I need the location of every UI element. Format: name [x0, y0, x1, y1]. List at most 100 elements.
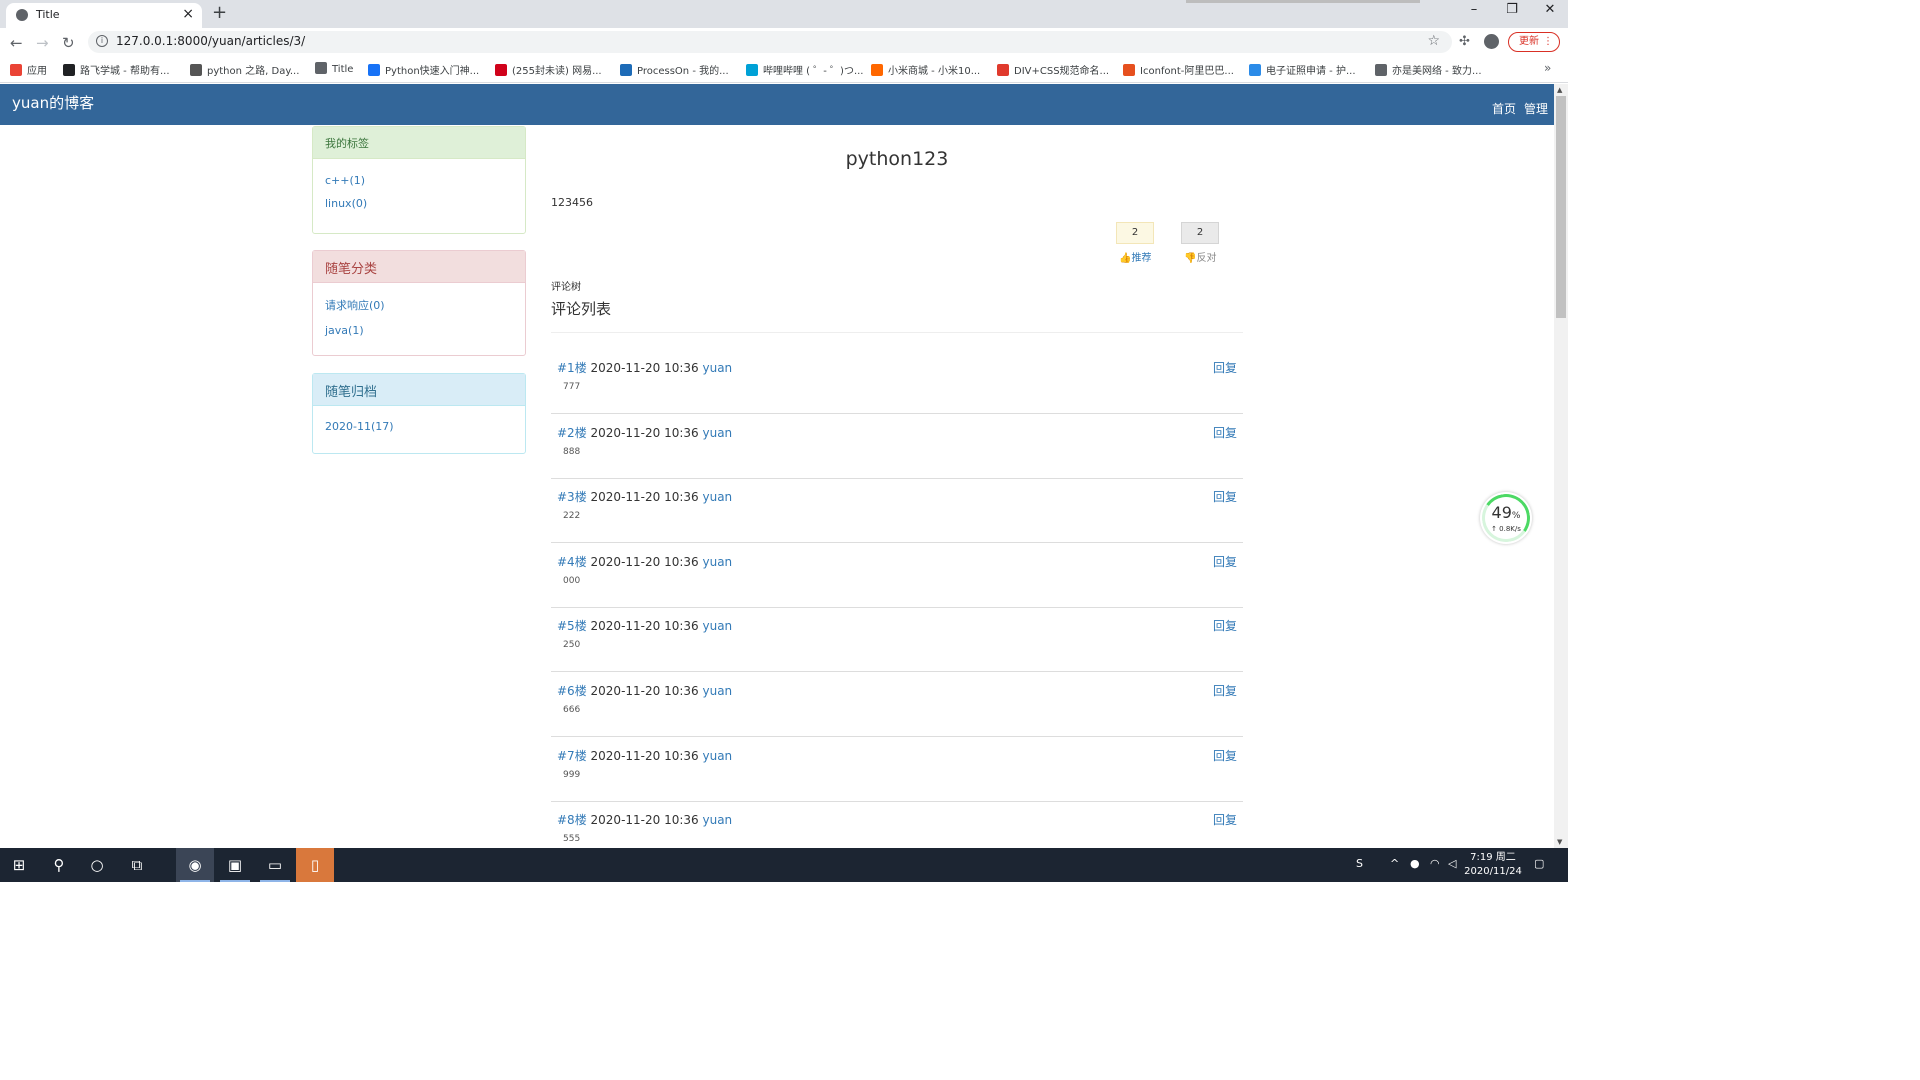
comment-user-link[interactable]: yuan: [703, 426, 733, 440]
comment-meta: #8楼 2020-11-20 10:36 yuan: [557, 811, 732, 828]
wifi-icon[interactable]: ◠: [1430, 857, 1440, 870]
digg-button[interactable]: 👍推荐: [1119, 249, 1151, 264]
clock-date: 2020/11/24: [1464, 866, 1522, 877]
comment-user-link[interactable]: yuan: [703, 813, 733, 827]
archive-panel-title: 随笔归档: [313, 374, 525, 406]
bookmark-item[interactable]: Python快速入门神...: [368, 62, 479, 77]
comment-item: #3楼 2020-11-20 10:36 yuan 回复 222: [551, 479, 1243, 544]
restore-button[interactable]: ❐: [1494, 2, 1530, 17]
bookmark-item[interactable]: 亦是美网络 - 致力...: [1375, 62, 1482, 77]
wps-icon[interactable]: S: [1356, 857, 1363, 870]
bookmark-item[interactable]: 小米商城 - 小米10...: [871, 62, 980, 77]
reload-icon[interactable]: ↻: [62, 34, 75, 52]
reply-link[interactable]: 回复: [1213, 553, 1237, 570]
new-tab-button[interactable]: +: [212, 2, 227, 23]
file-explorer-icon[interactable]: ▭: [256, 848, 294, 882]
site-info-icon[interactable]: i: [96, 35, 108, 47]
bookmark-item[interactable]: 电子证照申请 - 护...: [1249, 62, 1356, 77]
comment-time: 2020-11-20 10:36: [590, 425, 699, 440]
reply-link[interactable]: 回复: [1213, 424, 1237, 441]
reply-link[interactable]: 回复: [1213, 682, 1237, 699]
browser-tab[interactable]: Title ×: [6, 3, 202, 28]
comment-user-link[interactable]: yuan: [703, 749, 733, 763]
comment-item: #6楼 2020-11-20 10:36 yuan 回复 666: [551, 673, 1243, 737]
scroll-down-icon[interactable]: ▼: [1557, 838, 1562, 846]
reply-link[interactable]: 回复: [1213, 617, 1237, 634]
extensions-icon[interactable]: ✣: [1459, 34, 1470, 49]
volume-icon[interactable]: ◁: [1448, 857, 1456, 870]
iconfont-icon: [1123, 64, 1135, 76]
security-icon[interactable]: ●: [1410, 857, 1420, 870]
tag-link[interactable]: linux(0): [325, 197, 525, 210]
bookmark-item[interactable]: 应用: [10, 62, 47, 77]
close-window-button[interactable]: ✕: [1532, 2, 1568, 17]
bookmark-item[interactable]: Title: [315, 62, 353, 75]
start-icon[interactable]: ⊞: [0, 848, 38, 882]
site-brand[interactable]: yuan的博客: [12, 92, 94, 113]
bookmark-item[interactable]: Iconfont-阿里巴巴...: [1123, 62, 1234, 77]
article-body: 123456: [551, 196, 593, 209]
tag-link[interactable]: c++(1): [325, 174, 525, 187]
bookmark-item[interactable]: python 之路, Day...: [190, 62, 299, 77]
comment-floor-link[interactable]: #5楼: [557, 619, 587, 633]
comment-floor-link[interactable]: #3楼: [557, 490, 587, 504]
profile-avatar-icon[interactable]: [1484, 34, 1499, 49]
bookmark-label: 小米商城 - 小米10...: [888, 66, 981, 77]
comment-user-link[interactable]: yuan: [703, 361, 733, 375]
tray-chevron-icon[interactable]: ^: [1390, 857, 1399, 870]
url-text[interactable]: 127.0.0.1:8000/yuan/articles/3/: [116, 34, 305, 48]
bookmark-item[interactable]: (255封未读) 网易...: [495, 62, 602, 77]
scrollbar-thumb[interactable]: [1556, 96, 1566, 318]
bookmark-label: Python快速入门神...: [385, 66, 480, 77]
chrome-icon[interactable]: ◉: [176, 848, 214, 882]
phone-app-icon[interactable]: ▯: [296, 848, 334, 882]
reply-link[interactable]: 回复: [1213, 747, 1237, 764]
bookmark-star-icon[interactable]: ☆: [1427, 33, 1440, 49]
address-bar[interactable]: i 127.0.0.1:8000/yuan/articles/3/ ☆: [88, 31, 1452, 53]
comment-meta: #4楼 2020-11-20 10:36 yuan: [557, 553, 732, 570]
reply-link[interactable]: 回复: [1213, 811, 1237, 828]
scroll-up-icon[interactable]: ▲: [1557, 86, 1562, 94]
comment-user-link[interactable]: yuan: [703, 684, 733, 698]
update-button[interactable]: 更新 ⋮: [1508, 32, 1560, 52]
archive-link[interactable]: 2020-11(17): [325, 420, 525, 433]
bookmark-label: python 之路, Day...: [207, 66, 300, 77]
comment-floor-link[interactable]: #7楼: [557, 749, 587, 763]
bury-button[interactable]: 👎反对: [1184, 249, 1216, 264]
tags-panel: 我的标签 c++(1) linux(0): [312, 126, 526, 234]
bookmarks-row: 应用 路飞学城 - 帮助有... python 之路, Day... Title Pyt…: [0, 56, 1568, 82]
cortana-icon[interactable]: ○: [78, 848, 116, 882]
bookmark-item[interactable]: 路飞学城 - 帮助有...: [63, 62, 170, 77]
pycharm-icon[interactable]: ▣: [216, 848, 254, 882]
comment-floor-link[interactable]: #8楼: [557, 813, 587, 827]
bookmarks-more-icon[interactable]: »: [1544, 61, 1551, 75]
nav-home-link[interactable]: 首页: [1492, 100, 1516, 117]
tab-close-button[interactable]: ×: [182, 6, 194, 22]
nav-manage-link[interactable]: 管理: [1524, 100, 1548, 117]
comment-floor-link[interactable]: #1楼: [557, 361, 587, 375]
bookmark-item[interactable]: ProcessOn - 我的...: [620, 62, 729, 77]
comment-user-link[interactable]: yuan: [703, 555, 733, 569]
bookmark-item[interactable]: DIV+CSS规范命名...: [997, 62, 1109, 77]
category-link[interactable]: java(1): [325, 324, 525, 337]
comment-floor-link[interactable]: #6楼: [557, 684, 587, 698]
search-icon[interactable]: ⚲: [40, 848, 78, 882]
bookmark-item[interactable]: 哔哩哔哩 ( ゜- ゜)つ...: [746, 62, 863, 77]
comment-floor-link[interactable]: #4楼: [557, 555, 587, 569]
comment-floor-link[interactable]: #2楼: [557, 426, 587, 440]
clock[interactable]: 7:19 周二 2020/11/24: [1460, 851, 1526, 879]
comment-user-link[interactable]: yuan: [703, 490, 733, 504]
category-link[interactable]: 请求响应(0): [325, 297, 525, 313]
reply-link[interactable]: 回复: [1213, 488, 1237, 505]
bury-count[interactable]: 2: [1181, 222, 1219, 244]
forward-icon[interactable]: →: [36, 34, 49, 52]
globe-icon: [315, 62, 327, 74]
network-speed-widget[interactable]: 49% ↑ 0.8K/s: [1478, 490, 1534, 546]
notification-icon[interactable]: ▢: [1534, 857, 1544, 870]
digg-count[interactable]: 2: [1116, 222, 1154, 244]
minimize-button[interactable]: –: [1456, 2, 1492, 17]
back-icon[interactable]: ←: [10, 34, 23, 52]
comment-user-link[interactable]: yuan: [703, 619, 733, 633]
task-view-icon[interactable]: ⧉: [118, 848, 156, 882]
reply-link[interactable]: 回复: [1213, 359, 1237, 376]
